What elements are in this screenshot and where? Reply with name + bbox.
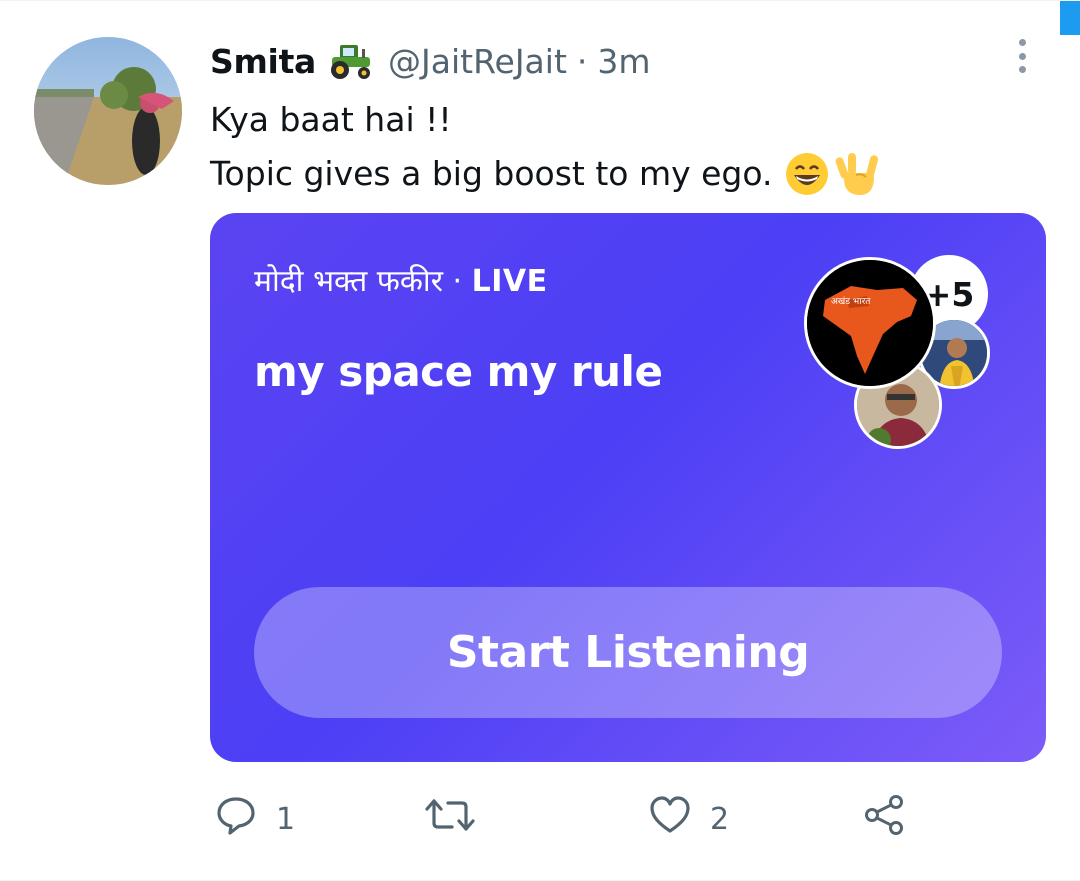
header-separator: · [576, 41, 588, 81]
share-button[interactable] [862, 794, 906, 844]
space-card[interactable]: मोदी भक्त फकीर · LIVE my space my rule +… [210, 213, 1046, 762]
space-host-separator: · [452, 264, 463, 299]
space-host-line: मोदी भक्त फकीर · LIVE [254, 259, 548, 300]
space-host-name: मोदी भक्त फकीर [254, 264, 443, 299]
tweet-text-line2: Topic gives a big boost to my ego. [210, 154, 773, 193]
tweet-text-line: Kya baat hai !! [210, 100, 452, 139]
tweet-text-line-with-emoji: Topic gives a big boost to my ego. [210, 147, 880, 201]
tweet-actions: 1 2 [210, 794, 950, 844]
tweet-card[interactable]: Smita @JaitReJait · 3m Kya baat hai !! T… [0, 0, 1080, 881]
love-you-gesture-icon [834, 151, 880, 197]
space-live-status: LIVE [471, 264, 548, 299]
grinning-face-icon [784, 151, 830, 197]
tractor-icon [328, 41, 374, 81]
host-avatar-map-label: अखंड भारत [831, 296, 871, 307]
retweet-icon [424, 793, 476, 845]
retweet-button[interactable] [424, 794, 494, 844]
tweet-timestamp[interactable]: 3m [597, 42, 650, 81]
tweet-header: Smita @JaitReJait · 3m [210, 39, 651, 83]
tweet-text: Kya baat hai !! Topic gives a big boost … [210, 93, 880, 201]
like-button[interactable]: 2 [648, 794, 729, 844]
scroll-indicator [1060, 1, 1080, 35]
host-avatar: अखंड भारत [804, 257, 936, 389]
start-listening-button[interactable]: Start Listening [254, 587, 1002, 718]
space-title: my space my rule [254, 347, 663, 396]
share-icon [862, 793, 906, 845]
reply-count: 1 [276, 801, 296, 837]
reply-button[interactable]: 1 [214, 794, 295, 844]
like-icon [648, 793, 692, 845]
more-options-icon[interactable] [1012, 39, 1032, 73]
like-count: 2 [710, 801, 730, 837]
space-participants: +5 अखंड भारत [798, 255, 998, 455]
author-handle[interactable]: @JaitReJait [388, 42, 567, 81]
author-name[interactable]: Smita [210, 42, 316, 81]
reply-icon [214, 793, 258, 845]
author-avatar[interactable] [34, 37, 182, 185]
